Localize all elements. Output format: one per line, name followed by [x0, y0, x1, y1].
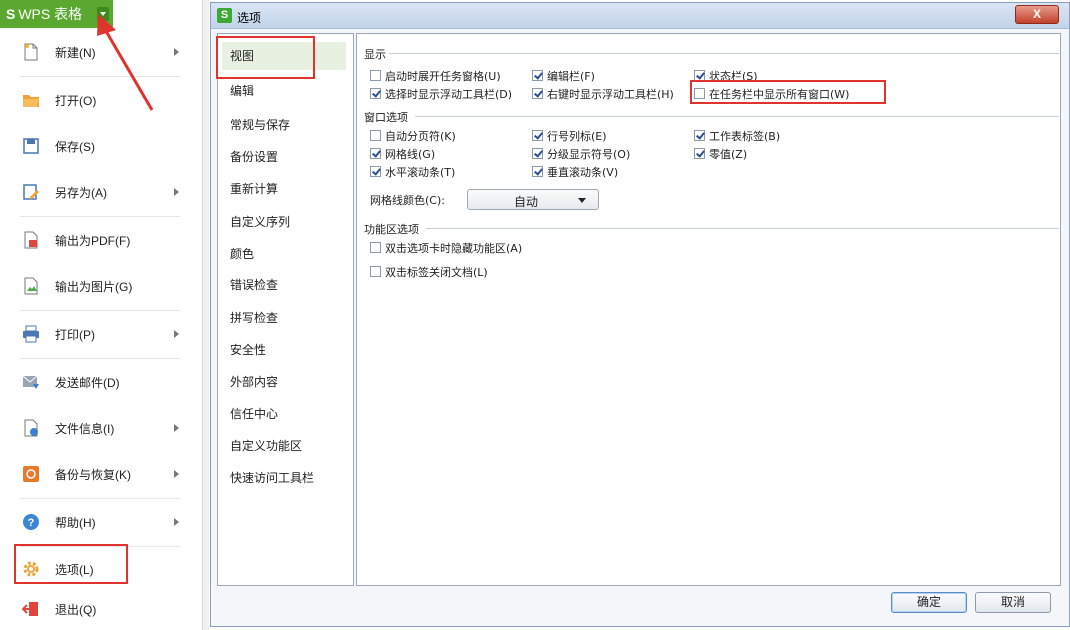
annotation-arrow	[97, 14, 154, 111]
arrow-head	[97, 14, 116, 36]
arrow-shaft	[101, 25, 154, 111]
